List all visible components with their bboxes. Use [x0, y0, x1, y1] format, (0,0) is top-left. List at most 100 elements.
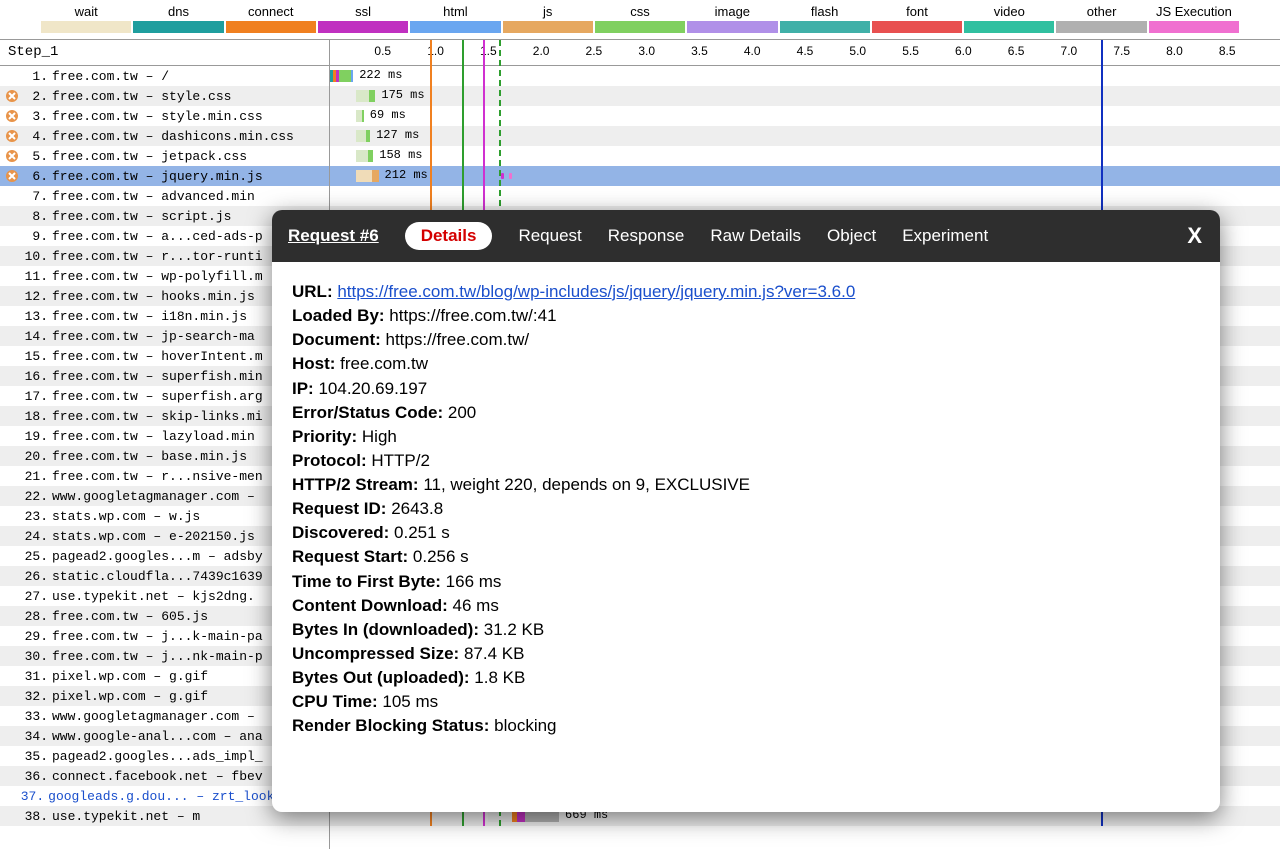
field-key: URL: [292, 282, 337, 301]
bar-duration-label: 158 ms [379, 148, 422, 162]
waterfall-track[interactable]: 212 ms [330, 166, 1280, 186]
row-label: connect.facebook.net – fbev [52, 769, 263, 784]
detail-field: Time to First Byte: 166 ms [292, 570, 1200, 594]
row-number: 20. [20, 449, 48, 464]
detail-field: Uncompressed Size: 87.4 KB [292, 642, 1200, 666]
row-label: free.com.tw – / [52, 69, 169, 84]
legend-label: image [686, 4, 778, 19]
request-details-modal: Request #6 DetailsRequestResponseRaw Det… [272, 210, 1220, 812]
row-label: free.com.tw – r...tor-runti [52, 249, 263, 264]
field-key: CPU Time: [292, 692, 382, 711]
detail-field: HTTP/2 Stream: 11, weight 220, depends o… [292, 473, 1200, 497]
axis-tick: 5.5 [902, 44, 919, 58]
step-header: Step_1 [0, 40, 329, 66]
request-row[interactable]: 6.free.com.tw – jquery.min.js [0, 166, 329, 186]
row-label: free.com.tw – jetpack.css [52, 149, 247, 164]
modal-tab-details[interactable]: Details [405, 222, 493, 250]
row-number: 2. [20, 89, 48, 104]
modal-tab-request[interactable]: Request [518, 226, 581, 246]
waterfall-track[interactable]: 69 ms [330, 106, 1280, 126]
legend-label: other [1055, 4, 1147, 19]
legend-label: video [963, 4, 1055, 19]
legend-label: js [502, 4, 594, 19]
detail-field: Document: https://free.com.tw/ [292, 328, 1200, 352]
request-row[interactable]: 5.free.com.tw – jetpack.css [0, 146, 329, 166]
row-label: free.com.tw – superfish.arg [52, 389, 263, 404]
bar-segment [366, 130, 370, 142]
waterfall-track[interactable] [330, 186, 1280, 206]
close-icon[interactable]: X [1187, 223, 1202, 249]
axis-tick: 5.0 [849, 44, 866, 58]
field-value: 0.251 s [394, 523, 450, 542]
row-label: pixel.wp.com – g.gif [52, 669, 208, 684]
legend: waitdnsconnectsslhtmljscssimageflashfont… [0, 0, 1280, 19]
axis-tick: 1.0 [427, 44, 444, 58]
axis-tick: 3.5 [691, 44, 708, 58]
waterfall-track[interactable]: 175 ms [330, 86, 1280, 106]
waterfall-track[interactable]: 222 ms [330, 66, 1280, 86]
row-number: 37. [19, 789, 45, 804]
legend-label: JS Execution [1148, 4, 1240, 19]
field-key: Host: [292, 354, 340, 373]
row-number: 3. [20, 109, 48, 124]
row-number: 25. [20, 549, 48, 564]
row-number: 15. [20, 349, 48, 364]
detail-field: IP: 104.20.69.197 [292, 377, 1200, 401]
detail-field: Bytes In (downloaded): 31.2 KB [292, 618, 1200, 642]
timing-bar [356, 110, 363, 122]
row-number: 22. [20, 489, 48, 504]
request-row[interactable]: 2. free.com.tw – style.css [0, 86, 329, 106]
detail-field: Priority: High [292, 425, 1200, 449]
row-number: 34. [20, 729, 48, 744]
legend-label: flash [779, 4, 871, 19]
warning-icon [4, 169, 20, 183]
request-row[interactable]: 3.free.com.tw – style.min.css [0, 106, 329, 126]
modal-tab-raw-details[interactable]: Raw Details [710, 226, 801, 246]
field-key: Loaded By: [292, 306, 389, 325]
bar-duration-label: 212 ms [385, 168, 428, 182]
legend-label: font [871, 4, 963, 19]
legend-swatch [687, 21, 777, 33]
modal-tab-response[interactable]: Response [608, 226, 685, 246]
field-key: Bytes Out (uploaded): [292, 668, 474, 687]
row-number: 32. [20, 689, 48, 704]
row-number: 29. [20, 629, 48, 644]
axis-tick: 2.5 [586, 44, 603, 58]
row-label: free.com.tw – j...nk-main-p [52, 649, 263, 664]
modal-tab-experiment[interactable]: Experiment [902, 226, 988, 246]
waterfall-track[interactable]: 127 ms [330, 126, 1280, 146]
bar-segment [339, 70, 351, 82]
field-key: Discovered: [292, 523, 394, 542]
row-number: 17. [20, 389, 48, 404]
field-key: Bytes In (downloaded): [292, 620, 484, 639]
waterfall-track[interactable]: 158 ms [330, 146, 1280, 166]
row-number: 13. [20, 309, 48, 324]
row-number: 38. [20, 809, 48, 824]
field-key: Time to First Byte: [292, 572, 446, 591]
legend-swatch [595, 21, 685, 33]
request-row[interactable]: 4.free.com.tw – dashicons.min.css [0, 126, 329, 146]
row-number: 14. [20, 329, 48, 344]
field-value: 104.20.69.197 [318, 379, 427, 398]
axis-tick: 2.0 [533, 44, 550, 58]
row-label: free.com.tw – r...nsive-men [52, 469, 263, 484]
row-label: free.com.tw – style.css [52, 89, 231, 104]
legend-swatch [133, 21, 223, 33]
request-row[interactable]: 7.free.com.tw – advanced.min [0, 186, 329, 206]
row-label: www.googletagmanager.com – [52, 489, 255, 504]
legend-swatch [872, 21, 962, 33]
field-link[interactable]: https://free.com.tw/blog/wp-includes/js/… [337, 282, 855, 301]
row-label: stats.wp.com – e-202150.js [52, 529, 255, 544]
row-label: free.com.tw – jp-search-ma [52, 329, 255, 344]
bar-segment [369, 90, 375, 102]
row-number: 19. [20, 429, 48, 444]
detail-field: Bytes Out (uploaded): 1.8 KB [292, 666, 1200, 690]
field-value: free.com.tw [340, 354, 428, 373]
warning-icon [4, 109, 20, 123]
request-row[interactable]: 1.free.com.tw – / [0, 66, 329, 86]
legend-swatch [41, 21, 131, 33]
row-label: free.com.tw – superfish.min [52, 369, 263, 384]
modal-tab-object[interactable]: Object [827, 226, 876, 246]
bar-duration-label: 175 ms [381, 88, 424, 102]
field-key: Request Start: [292, 547, 413, 566]
